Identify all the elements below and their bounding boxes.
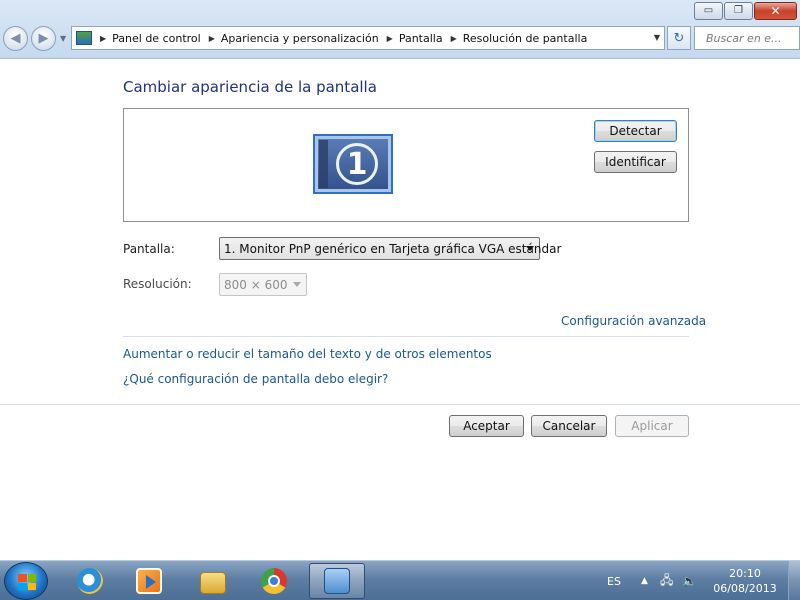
back-button[interactable]: ◀ bbox=[3, 26, 28, 51]
network-icon[interactable]: 🖧 bbox=[660, 561, 673, 600]
address-history-dropdown-icon[interactable]: ▼ bbox=[654, 33, 660, 42]
detect-button[interactable]: Detectar bbox=[594, 120, 677, 142]
recent-pages-dropdown-icon[interactable]: ▼ bbox=[60, 34, 66, 43]
internet-explorer-icon bbox=[77, 568, 103, 594]
chevron-down-icon bbox=[526, 246, 534, 251]
windows-logo-icon bbox=[18, 574, 36, 590]
maximize-button[interactable]: ❐ bbox=[724, 2, 753, 20]
nav-buttons: ◀ ▶ ▼ bbox=[3, 26, 66, 51]
breadcrumb-separator-icon[interactable]: ▶ bbox=[387, 34, 393, 43]
breadcrumb-separator-icon[interactable]: ▶ bbox=[100, 34, 106, 43]
taskbar-chrome[interactable] bbox=[246, 563, 302, 599]
show-hidden-icons-button[interactable]: ▲ bbox=[641, 561, 648, 600]
breadcrumb-item-resolucion[interactable]: Resolución de pantalla bbox=[463, 32, 588, 45]
resolution-select[interactable]: 800 × 600 bbox=[219, 273, 307, 296]
close-button[interactable]: ✕ bbox=[754, 2, 797, 20]
control-panel-icon bbox=[76, 31, 92, 45]
resolution-label: Resolución: bbox=[123, 277, 192, 291]
search-input[interactable]: Buscar en e... bbox=[694, 26, 800, 50]
volume-icon[interactable]: 🔈 bbox=[682, 561, 697, 600]
ok-button[interactable]: Aceptar bbox=[449, 415, 524, 437]
display-settings-icon bbox=[324, 568, 350, 594]
start-button[interactable] bbox=[4, 562, 48, 600]
taskbar-media-player[interactable] bbox=[121, 563, 177, 599]
refresh-button[interactable]: ↻ bbox=[667, 26, 691, 50]
explorer-chrome: ▭ ❐ ✕ ◀ ▶ ▼ ▶ Panel de control ▶ Aparien… bbox=[0, 0, 800, 59]
breadcrumb-item-panel-de-control[interactable]: Panel de control bbox=[112, 32, 201, 45]
show-desktop-button[interactable] bbox=[788, 561, 800, 600]
apply-button: Aplicar bbox=[615, 415, 689, 437]
breadcrumb-separator-icon[interactable]: ▶ bbox=[209, 34, 215, 43]
chrome-icon bbox=[261, 568, 287, 594]
monitor-1-icon[interactable]: 1 bbox=[313, 134, 393, 194]
taskbar-file-explorer[interactable] bbox=[185, 563, 241, 599]
chevron-down-icon bbox=[293, 282, 301, 287]
language-label: ES bbox=[607, 574, 621, 588]
media-player-icon bbox=[136, 568, 162, 594]
clock-date: 06/08/2013 bbox=[713, 582, 777, 595]
identify-button[interactable]: Identificar bbox=[594, 151, 677, 173]
breadcrumb-separator-icon[interactable]: ▶ bbox=[451, 34, 457, 43]
taskbar-internet-explorer[interactable] bbox=[62, 563, 118, 599]
breadcrumb-item-apariencia[interactable]: Apariencia y personalización bbox=[221, 32, 379, 45]
footer-divider bbox=[0, 404, 800, 405]
display-select[interactable]: 1. Monitor PnP genérico en Tarjeta gráfi… bbox=[219, 237, 561, 260]
monitor-sidebar-graphic bbox=[319, 140, 328, 188]
display-label: Pantalla: bbox=[123, 242, 175, 256]
resolution-select-value: 800 × 600 bbox=[224, 278, 288, 292]
maximize-icon: ❐ bbox=[734, 5, 743, 16]
refresh-icon: ↻ bbox=[673, 30, 685, 46]
window-controls: ▭ ❐ ✕ bbox=[693, 2, 797, 20]
clock[interactable]: 20:10 06/08/2013 bbox=[700, 566, 790, 596]
page-title: Cambiar apariencia de la pantalla bbox=[123, 78, 377, 96]
folder-icon bbox=[200, 572, 226, 594]
display-select-value: 1. Monitor PnP genérico en Tarjeta gráfi… bbox=[224, 242, 562, 256]
taskbar-control-panel[interactable] bbox=[309, 563, 365, 599]
text-size-link[interactable]: Aumentar o reducir el tamaño del texto y… bbox=[123, 347, 492, 361]
close-icon: ✕ bbox=[770, 4, 781, 18]
language-indicator[interactable]: ES bbox=[607, 561, 621, 600]
breadcrumb-item-pantalla[interactable]: Pantalla bbox=[399, 32, 443, 45]
taskbar: ES ▲ 🖧 🔈 20:10 06/08/2013 bbox=[0, 560, 800, 600]
back-arrow-icon: ◀ bbox=[10, 31, 21, 46]
address-bar[interactable]: ▶ Panel de control ▶ Apariencia y person… bbox=[71, 26, 665, 50]
advanced-settings-link[interactable]: Configuración avanzada bbox=[561, 314, 706, 328]
which-settings-link[interactable]: ¿Qué configuración de pantalla debo eleg… bbox=[123, 372, 388, 386]
chevron-up-icon: ▲ bbox=[641, 576, 648, 586]
monitor-number-badge: 1 bbox=[336, 143, 378, 185]
minimize-icon: ▭ bbox=[703, 5, 714, 16]
minimize-button[interactable]: ▭ bbox=[694, 2, 723, 20]
breadcrumb: ▶ Panel de control ▶ Apariencia y person… bbox=[98, 32, 587, 45]
clock-time: 20:10 bbox=[729, 567, 761, 580]
forward-button[interactable]: ▶ bbox=[31, 26, 56, 51]
forward-arrow-icon: ▶ bbox=[38, 31, 49, 46]
section-divider bbox=[123, 336, 689, 337]
cancel-button[interactable]: Cancelar bbox=[531, 415, 607, 437]
